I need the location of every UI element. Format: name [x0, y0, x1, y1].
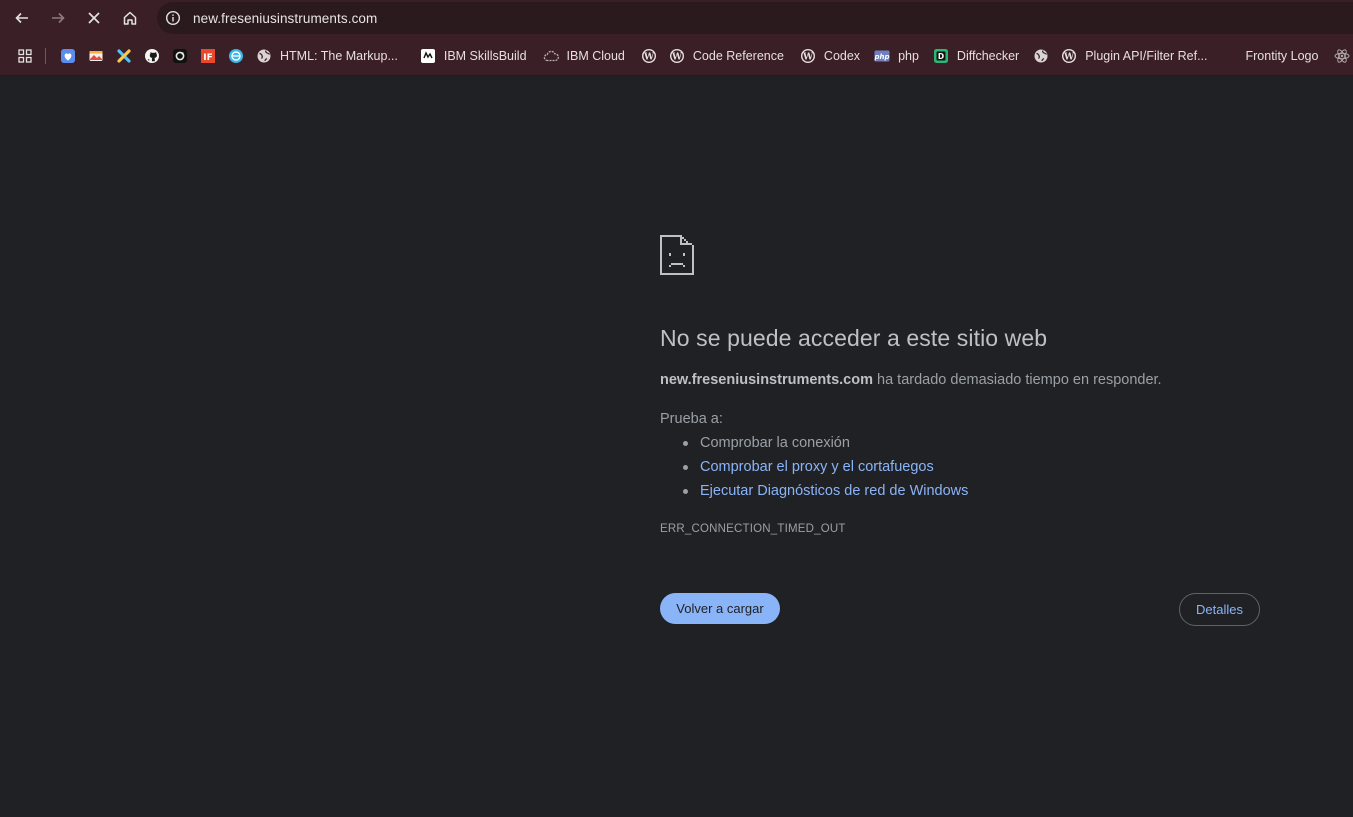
sad-page-icon — [660, 235, 694, 275]
bookmark-cross[interactable] — [110, 42, 138, 70]
svg-text:php: php — [874, 52, 890, 60]
wordpress-icon: W — [800, 48, 816, 64]
wordpress-icon: W — [669, 48, 685, 64]
shield-heart-icon — [60, 48, 76, 64]
bookmarks-bar: IF HTML: The Markup... IBM SkillsBuild I… — [0, 36, 1353, 76]
bookmark-code-reference[interactable]: W Code Reference — [663, 42, 790, 70]
details-button[interactable]: Detalles — [1179, 593, 1260, 626]
list-item: Ejecutar Diagnósticos de red de Windows — [660, 483, 968, 507]
wordpress-icon: W — [641, 48, 657, 64]
forward-button[interactable] — [40, 0, 76, 36]
apps-grid-icon — [17, 48, 33, 64]
diffchecker-icon: D — [933, 48, 949, 64]
suggestions-list: Comprobar la conexión Comprobar el proxy… — [660, 435, 968, 507]
svg-text:D: D — [938, 52, 944, 61]
bookmark-photo[interactable] — [82, 42, 110, 70]
bookmark-divider — [45, 47, 46, 64]
close-icon — [88, 12, 100, 24]
bookmark-github[interactable] — [138, 42, 166, 70]
try-label: Prueba a: — [660, 411, 723, 427]
svg-text:IF: IF — [203, 53, 213, 63]
cross-logo-icon — [116, 48, 132, 64]
bookmark-php[interactable]: php php — [868, 42, 925, 70]
suggestion-check-proxy-link[interactable]: Comprobar el proxy y el cortafuegos — [700, 459, 934, 475]
bookmark-ibm-cloud[interactable]: IBM Cloud — [537, 42, 631, 70]
reload-button[interactable]: Volver a cargar — [660, 593, 780, 624]
codepen-icon — [228, 48, 244, 64]
bookmark-label: HTML: The Markup... — [280, 48, 398, 63]
error-description: new.freseniusinstruments.com ha tardado … — [660, 372, 1162, 388]
site-info-button[interactable] — [157, 2, 189, 34]
bookmark-label: php — [898, 48, 919, 63]
browser-toolbar: new.freseniusinstruments.com — [0, 0, 1353, 36]
svg-text:W: W — [802, 52, 814, 62]
bookmark-label: Plugin API/Filter Ref... — [1085, 48, 1208, 63]
back-button[interactable] — [4, 0, 40, 36]
list-item: Comprobar el proxy y el cortafuegos — [660, 459, 968, 483]
bookmark-frontity-logo[interactable]: Frontity Logo — [1240, 42, 1325, 70]
bookmark-dark-app[interactable] — [166, 42, 194, 70]
svg-text:W: W — [1063, 52, 1075, 62]
bookmark-if[interactable]: IF — [194, 42, 222, 70]
url-text: new.freseniusinstruments.com — [193, 10, 378, 26]
info-circle-icon — [165, 10, 181, 26]
home-icon — [123, 11, 137, 25]
php-icon: php — [874, 48, 890, 64]
error-description-text: ha tardado demasiado tiempo en responder… — [873, 372, 1162, 388]
arrow-left-icon — [15, 12, 28, 24]
error-host: new.freseniusinstruments.com — [660, 372, 873, 388]
suggestion-network-diagnostics-link[interactable]: Ejecutar Diagnósticos de red de Windows — [700, 483, 968, 499]
apps-button[interactable] — [0, 42, 39, 70]
github-icon — [144, 48, 160, 64]
bookmark-label: Codex — [823, 48, 861, 63]
ibm-cloud-icon — [543, 48, 559, 64]
globe-icon — [256, 48, 272, 64]
photo-app-icon — [88, 48, 104, 64]
dark-app-icon — [172, 48, 188, 64]
bookmark-wordpress[interactable]: W — [635, 42, 663, 70]
bookmark-label: Code Reference — [692, 48, 784, 63]
bookmark-ibm-skillsbuild[interactable]: IBM SkillsBuild — [414, 42, 533, 70]
bookmark-label: IBM SkillsBuild — [443, 48, 527, 63]
bookmark-plugin-api[interactable]: W Plugin API/Filter Ref... — [1055, 42, 1213, 70]
bookmark-codex[interactable]: W Codex — [794, 42, 866, 70]
suggestion-check-connection: Comprobar la conexión — [700, 435, 850, 451]
bookmark-label: IBM Cloud — [566, 48, 625, 63]
bookmark-globe[interactable] — [1027, 42, 1055, 70]
stop-loading-button[interactable] — [76, 0, 112, 36]
globe-icon — [1033, 48, 1049, 64]
bookmark-label: Frontity Logo — [1245, 48, 1319, 63]
address-bar[interactable]: new.freseniusinstruments.com — [157, 2, 1353, 34]
if-logo-icon: IF — [200, 48, 216, 64]
react-icon — [1334, 48, 1350, 64]
bookmark-label: Diffchecker — [956, 48, 1020, 63]
arrow-right-icon — [52, 12, 65, 24]
home-button[interactable] — [112, 0, 148, 36]
bookmark-diffchecker[interactable]: D Diffchecker — [927, 42, 1025, 70]
ibm-skillsbuild-icon — [420, 48, 436, 64]
svg-text:W: W — [643, 52, 655, 62]
bookmark-codepen[interactable] — [222, 42, 250, 70]
error-code: ERR_CONNECTION_TIMED_OUT — [660, 523, 846, 535]
bookmark-html-markup[interactable]: HTML: The Markup... — [250, 42, 404, 70]
list-item: Comprobar la conexión — [660, 435, 968, 459]
bookmark-react[interactable] — [1328, 42, 1353, 70]
wordpress-icon: W — [1061, 48, 1077, 64]
svg-text:W: W — [671, 52, 683, 62]
bookmark-shield[interactable] — [52, 42, 82, 70]
error-title: No se puede acceder a este sitio web — [660, 325, 1048, 351]
